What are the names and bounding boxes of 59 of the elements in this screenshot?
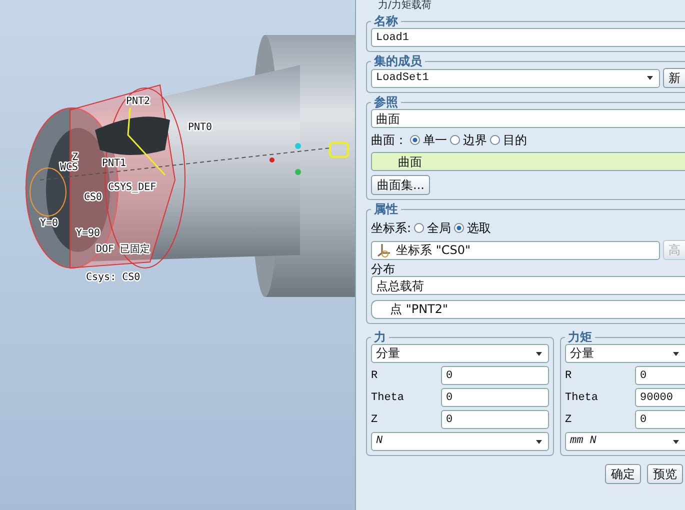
component-label: R: [371, 370, 379, 382]
component-label: R: [565, 370, 573, 382]
component-field[interactable]: 0: [635, 410, 685, 429]
mode-dropdown[interactable]: 分量: [371, 344, 549, 363]
annotation-label: CS0: [84, 192, 102, 203]
annotation-label: PNT0: [188, 122, 212, 133]
component-field[interactable]: 0: [635, 366, 685, 385]
component-label: Theta: [371, 392, 406, 404]
group-title: 名称: [372, 14, 399, 28]
surface-collector[interactable]: 曲面: [371, 152, 685, 171]
caret-icon: [673, 352, 679, 356]
window-title: 力/力矩载荷: [377, 0, 432, 12]
radio-group-label: 曲面：: [371, 132, 407, 148]
component-field[interactable]: 0: [441, 388, 549, 407]
annotation-label: PNT1: [102, 158, 126, 169]
radio-option[interactable]: 边界: [450, 132, 487, 148]
unit-dropdown[interactable]: N: [371, 432, 549, 451]
group-title: 力矩: [566, 330, 593, 344]
set-dropdown[interactable]: LoadSet1: [371, 68, 660, 88]
radio-option[interactable]: 单一: [410, 132, 447, 148]
reference-type-field[interactable]: 曲面: [371, 109, 685, 128]
component-label: Z: [371, 414, 379, 426]
radio-option[interactable]: 目的: [490, 132, 527, 148]
annotation-label: Z: [72, 152, 78, 163]
coordinate-system-icon: [376, 242, 392, 258]
annotation-label: Csys: CS0: [86, 272, 140, 283]
unit-dropdown[interactable]: mm N: [565, 432, 685, 451]
radio-option[interactable]: 全局: [414, 220, 452, 236]
annotation-label: CSYS_DEF: [108, 182, 156, 193]
caret-icon: [673, 440, 679, 444]
caret-icon: [536, 352, 542, 356]
caret-icon: [647, 76, 653, 80]
annotation-label: PNT2: [126, 96, 150, 107]
group-title: 参照: [373, 95, 399, 109]
group-title: 集的成员: [373, 54, 423, 68]
component-field[interactable]: 0: [441, 366, 549, 385]
mode-dropdown[interactable]: 分量: [565, 344, 685, 363]
annotation-label: DOF 已固定: [96, 244, 150, 255]
radio-group-label: 坐标系:: [371, 220, 412, 236]
annotation-label: Y=90: [76, 228, 100, 239]
annotation-label: Y=0: [40, 218, 58, 229]
collector-text: 坐标系 "CS0": [396, 242, 470, 258]
component-field[interactable]: 0: [441, 410, 549, 429]
group-title: 力: [372, 330, 387, 344]
dialog-button[interactable]: 确定: [605, 464, 641, 484]
surface-set-button[interactable]: 曲面集...: [371, 175, 430, 195]
distribution-field[interactable]: 点总载荷: [371, 276, 685, 295]
component-label: Z: [565, 414, 573, 426]
distribution-label: 分布: [371, 263, 396, 276]
new-button[interactable]: 新: [663, 68, 685, 88]
component-field[interactable]: 90000: [635, 388, 685, 407]
dialog-button[interactable]: 预览: [647, 464, 683, 484]
group-title: 属性: [373, 202, 399, 216]
point-collector[interactable]: 点 "PNT2": [371, 300, 685, 319]
csys-collector[interactable]: 坐标系 "CS0": [371, 240, 660, 260]
caret-icon: [536, 440, 542, 444]
radio-option[interactable]: 选取: [454, 220, 492, 236]
component-label: Theta: [565, 392, 600, 404]
name-field[interactable]: Load1: [371, 28, 685, 47]
